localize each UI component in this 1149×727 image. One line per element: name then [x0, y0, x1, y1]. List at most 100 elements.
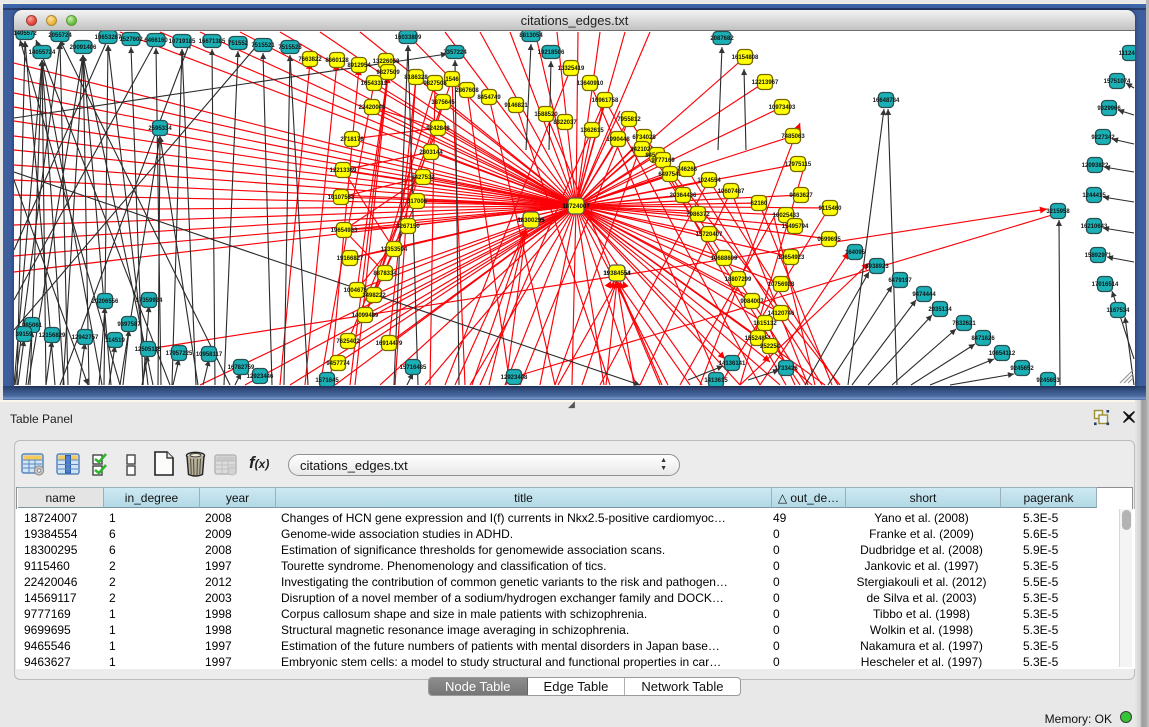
svg-text:9146821: 9146821 — [504, 103, 528, 109]
svg-text:8938923: 8938923 — [865, 264, 889, 270]
svg-text:1362615: 1362615 — [580, 128, 604, 134]
svg-text:252254: 252254 — [760, 344, 781, 350]
svg-text:19384554: 19384554 — [603, 270, 631, 277]
svg-text:1615132: 1615132 — [753, 321, 777, 327]
svg-text:16914479: 16914479 — [376, 341, 403, 347]
svg-text:7357224: 7357224 — [443, 50, 467, 56]
svg-text:20206556: 20206556 — [92, 299, 119, 305]
svg-text:15716485: 15716485 — [400, 365, 427, 371]
svg-text:8813054: 8813054 — [519, 33, 543, 39]
svg-text:8427532: 8427532 — [411, 175, 435, 181]
svg-text:2595334: 2595334 — [148, 126, 172, 132]
svg-text:14136141: 14136141 — [719, 361, 746, 367]
svg-text:12213369: 12213369 — [330, 168, 357, 174]
svg-text:8912954: 8912954 — [347, 63, 371, 69]
svg-text:2803144: 2803144 — [419, 150, 443, 156]
svg-text:1990448: 1990448 — [606, 137, 630, 143]
svg-text:1571645: 1571645 — [315, 378, 339, 384]
svg-text:9827509: 9827509 — [376, 70, 400, 76]
svg-text:12093822: 12093822 — [1082, 163, 1109, 169]
svg-text:19654923: 19654923 — [778, 255, 805, 261]
svg-text:7515528: 7515528 — [278, 45, 302, 51]
svg-text:10653267: 10653267 — [95, 35, 122, 41]
svg-text:10973493: 10973493 — [769, 105, 796, 111]
svg-text:1244415: 1244415 — [1082, 193, 1106, 199]
svg-text:12213967: 12213967 — [752, 80, 779, 86]
svg-text:20364436: 20364436 — [670, 193, 697, 199]
svg-text:2055724: 2055724 — [48, 33, 72, 39]
svg-text:15495794: 15495794 — [782, 224, 809, 230]
svg-text:16782759: 16782759 — [228, 365, 255, 371]
svg-text:1733426: 1733426 — [774, 366, 798, 372]
svg-text:16033809: 16033809 — [395, 35, 422, 41]
svg-text:12156829: 12156829 — [39, 333, 66, 339]
svg-text:10958117: 10958117 — [196, 352, 223, 358]
svg-text:9245653: 9245653 — [1036, 378, 1060, 384]
svg-text:14055724: 14055724 — [29, 50, 56, 56]
svg-text:1024554: 1024554 — [697, 178, 721, 184]
svg-text:18300295: 18300295 — [517, 217, 545, 224]
svg-text:16961758: 16961758 — [592, 98, 619, 104]
svg-text:7955812: 7955812 — [617, 117, 641, 123]
svg-text:9777169: 9777169 — [651, 158, 675, 164]
svg-text:7663822: 7663822 — [298, 57, 322, 63]
svg-text:1413615: 1413615 — [704, 378, 728, 384]
svg-text:17957225: 17957225 — [166, 351, 193, 357]
svg-text:1167534: 1167534 — [1106, 308, 1130, 314]
svg-text:62160: 62160 — [751, 201, 768, 207]
svg-text:22420046: 22420046 — [359, 105, 386, 111]
svg-text:16671385: 16671385 — [199, 39, 226, 45]
svg-text:7485063: 7485063 — [781, 134, 805, 140]
svg-text:1112454: 1112454 — [1119, 51, 1135, 57]
svg-text:8660128: 8660128 — [325, 58, 349, 64]
svg-text:19166827: 19166827 — [337, 256, 364, 262]
svg-text:8471626: 8471626 — [971, 336, 995, 342]
svg-text:751552: 751552 — [228, 41, 249, 47]
svg-text:3498222: 3498222 — [362, 293, 386, 299]
svg-text:7625402: 7625402 — [336, 339, 360, 345]
svg-text:3215958: 3215958 — [1046, 209, 1070, 215]
svg-text:14099489: 14099489 — [352, 313, 379, 319]
svg-text:13325419: 13325419 — [558, 66, 585, 72]
svg-text:18807299: 18807299 — [725, 277, 752, 283]
svg-text:9245652: 9245652 — [1010, 366, 1034, 372]
svg-text:9242848: 9242848 — [426, 126, 450, 132]
svg-text:15892971: 15892971 — [1085, 253, 1112, 259]
svg-text:12923446: 12923446 — [247, 374, 274, 380]
svg-text:7515521: 7515521 — [251, 43, 275, 49]
svg-text:9227342: 9227342 — [1091, 135, 1115, 141]
svg-text:10688609: 10688609 — [711, 256, 738, 262]
svg-text:164095: 164095 — [845, 250, 866, 256]
svg-text:16210643: 16210643 — [1081, 224, 1108, 230]
svg-text:6734028: 6734028 — [632, 135, 656, 141]
svg-text:3267150: 3267150 — [396, 224, 420, 230]
svg-text:10756928: 10756928 — [768, 282, 795, 288]
svg-text:19654933: 19654933 — [331, 228, 358, 234]
svg-text:18724007: 18724007 — [562, 203, 590, 210]
svg-text:1405572: 1405572 — [14, 31, 37, 37]
svg-text:6466160: 6466160 — [144, 38, 168, 44]
svg-text:3875645: 3875645 — [431, 100, 455, 106]
svg-text:317006: 317006 — [407, 199, 428, 205]
svg-text:1527602: 1527602 — [119, 37, 143, 43]
svg-text:17359924: 17359924 — [136, 298, 163, 304]
svg-text:15751074: 15751074 — [1104, 79, 1131, 85]
svg-text:16648784: 16648784 — [873, 98, 900, 104]
svg-text:9463627: 9463627 — [789, 193, 813, 199]
svg-text:16543312: 16543312 — [361, 81, 388, 87]
svg-text:9397587: 9397587 — [117, 322, 141, 328]
svg-text:39159: 39159 — [16, 332, 33, 338]
svg-text:1588520: 1588520 — [534, 112, 558, 118]
svg-text:7632621: 7632621 — [952, 321, 976, 327]
svg-text:17975115: 17975115 — [785, 162, 812, 168]
svg-text:9084007: 9084007 — [740, 299, 764, 305]
svg-text:8454749: 8454749 — [477, 95, 501, 101]
svg-text:2935134: 2935134 — [928, 307, 952, 313]
svg-text:8878334: 8878334 — [373, 271, 397, 277]
svg-text:11353594: 11353594 — [381, 247, 408, 253]
svg-text:9827508: 9827508 — [423, 81, 447, 87]
svg-text:15720407: 15720407 — [696, 232, 723, 238]
svg-text:9329966: 9329966 — [1097, 106, 1121, 112]
svg-text:13640910: 13640910 — [577, 81, 604, 87]
svg-text:746266: 746266 — [677, 167, 698, 173]
